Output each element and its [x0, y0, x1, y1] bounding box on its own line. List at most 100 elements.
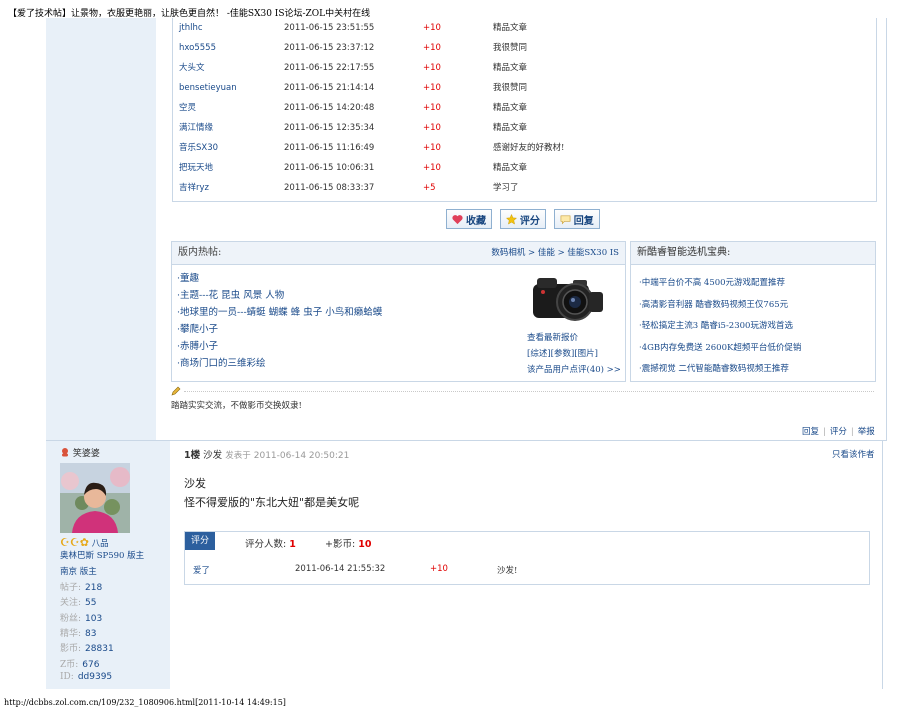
rating-user[interactable]: 大头文: [179, 58, 205, 78]
only-author-link[interactable]: 只看该作者: [832, 448, 875, 460]
divider: [882, 441, 883, 689]
posted-time: 2011-06-14 20:50:21: [253, 451, 350, 461]
score-reason: 沙发!: [497, 566, 518, 576]
camera-link[interactable]: [综述][参数][图片]: [527, 346, 621, 362]
author-name-text: 笑婆婆: [72, 449, 100, 459]
rating-user[interactable]: jthlhc: [179, 18, 203, 38]
stat-label: ID:: [60, 671, 74, 682]
rating-score: +10: [423, 103, 441, 113]
hot-thread-link[interactable]: ·商场门口的三维彩绘: [177, 355, 382, 372]
buying-guide-link[interactable]: ·4GB内存免费送 2600K超频平台低价促销: [639, 341, 801, 353]
reply-link[interactable]: 回复: [802, 427, 819, 437]
rating-user[interactable]: 空灵: [179, 98, 196, 118]
rating-reason: 精品文章: [493, 23, 528, 33]
post-separator: [46, 440, 887, 441]
rank-title[interactable]: 奥林巴斯 SP590 版主: [60, 549, 144, 561]
rating-row: 吉祥ryz 2011-06-15 08:33:37 +5 学习了: [179, 178, 869, 198]
reply-button[interactable]: 回复: [553, 209, 600, 229]
stat-label: 粉丝:: [60, 613, 82, 624]
buying-guide-link[interactable]: ·中端平台价不高 4500元游戏配置推荐: [639, 276, 785, 288]
stat-value[interactable]: dd9395: [78, 672, 112, 682]
report-link[interactable]: 举报: [858, 427, 875, 437]
rate-link[interactable]: 评分: [830, 427, 847, 437]
user-gender-icon: [62, 448, 68, 457]
rating-user[interactable]: 把玩天地: [179, 158, 213, 178]
author-stat: 精华: 83: [60, 626, 97, 639]
separator: |: [823, 427, 826, 437]
stat-label: 精华:: [60, 628, 82, 639]
hot-thread-link[interactable]: ·攀爬小子: [177, 321, 382, 338]
avatar[interactable]: [60, 463, 130, 533]
buying-guide-link[interactable]: ·轻松搞定主流3 酷睿i5-2300玩游戏首选: [639, 319, 793, 331]
signature: 踏踏实实交流，不做影币交换奴隶!: [171, 401, 302, 411]
rating-row: bensetieyuan 2011-06-15 21:14:14 +10 我很赞同: [179, 78, 869, 98]
camera-link[interactable]: 查看最新报价: [527, 330, 621, 346]
author-stat: ID: dd9395: [60, 672, 112, 682]
rank-label: 八品: [91, 539, 109, 549]
rating-time: 2011-06-15 08:33:37: [284, 183, 375, 193]
rating-row: 大头文 2011-06-15 22:17:55 +10 精品文章: [179, 58, 869, 78]
posted-label: 发表于: [225, 451, 251, 461]
rating-score: +10: [423, 83, 441, 93]
stat-value[interactable]: 55: [85, 598, 96, 608]
breadcrumb[interactable]: 数码相机 > 佳能 > 佳能SX30 IS: [491, 242, 619, 264]
buying-guide-link[interactable]: ·高清影音利器 酷睿数码视频王仅765元: [639, 298, 788, 310]
rating-score: +10: [423, 163, 441, 173]
hot-thread-link[interactable]: ·地球里的一员---蜻蜓 蝴蝶 蜂 虫子 小鸟和癞蛤蟆: [177, 304, 382, 321]
hot-thread-link[interactable]: ·童趣: [177, 270, 382, 287]
post-text: 沙发: [184, 477, 206, 490]
score-count-label: 评分人数:: [245, 539, 287, 550]
buying-guide-link[interactable]: ·震撼视觉 二代智能酷睿数码视频王推荐: [639, 362, 789, 374]
post-actions: 回复 | 评分 | 举报: [802, 425, 875, 437]
stat-value[interactable]: 676: [82, 660, 99, 670]
rating-row: jthlhc 2011-06-15 23:51:55 +10 精品文章: [179, 18, 869, 38]
rate-label: 评分: [519, 215, 540, 227]
score-value: +10: [430, 564, 448, 574]
rating-reason: 精品文章: [493, 63, 528, 73]
rate-button[interactable]: 评分: [499, 209, 546, 229]
stat-label: 帖子:: [60, 583, 82, 593]
stat-value[interactable]: 28831: [85, 644, 114, 654]
rating-row: hxo5555 2011-06-15 23:37:12 +10 我很赞同: [179, 38, 869, 58]
pencil-icon: [171, 386, 181, 396]
stat-value[interactable]: 218: [85, 583, 102, 593]
hot-thread-link[interactable]: ·主题---花 昆虫 风景 人物: [177, 287, 382, 304]
rating-user[interactable]: bensetieyuan: [179, 78, 237, 98]
stat-label: 影币:: [60, 644, 82, 655]
rating-time: 2011-06-15 23:51:55: [284, 23, 375, 33]
rating-time: 2011-06-15 23:37:12: [284, 43, 375, 53]
rating-time: 2011-06-15 12:35:34: [284, 123, 375, 133]
left-column: [46, 18, 156, 441]
rating-time: 2011-06-15 11:16:49: [284, 143, 375, 153]
score-user[interactable]: 爱了: [193, 564, 210, 576]
hot-thread-list: ·童趣 ·主题---花 昆虫 风景 人物 ·地球里的一员---蜻蜓 蝴蝶 蜂 虫子 …: [177, 270, 382, 372]
divider: [184, 391, 874, 392]
score-coin-value: 10: [358, 539, 372, 550]
score-coins: +影币: 10: [325, 536, 371, 550]
rating-user[interactable]: 音乐SX30: [179, 138, 218, 158]
rating-user[interactable]: 吉祥ryz: [179, 178, 209, 198]
author-name[interactable]: 笑婆婆: [60, 446, 100, 459]
rating-user[interactable]: 满江情缘: [179, 118, 213, 138]
favorite-button[interactable]: 收藏: [446, 209, 492, 229]
author-stat: 帖子: 218: [60, 580, 102, 593]
rating-time: 2011-06-15 14:20:48: [284, 103, 375, 113]
rating-score: +10: [423, 123, 441, 133]
score-count: 评分人数: 1: [245, 536, 296, 550]
rating-row: 音乐SX30 2011-06-15 11:16:49 +10 感谢好友的好教材!: [179, 138, 869, 158]
rating-reason: 精品文章: [493, 123, 528, 133]
rating-user[interactable]: hxo5555: [179, 38, 216, 58]
hot-threads-title: 版内热帖:: [178, 247, 222, 258]
divider: [886, 18, 887, 441]
hot-thread-link[interactable]: ·赤膊小子: [177, 338, 382, 355]
camera-link[interactable]: 该产品用户点评(40) >>: [527, 362, 621, 378]
favorite-label: 收藏: [466, 215, 486, 227]
rating-time: 2011-06-15 22:17:55: [284, 63, 375, 73]
rating-score: +10: [423, 63, 441, 73]
rating-score: +10: [423, 43, 441, 53]
rating-score: +5: [423, 183, 436, 193]
stat-value[interactable]: 103: [85, 614, 102, 624]
stat-value[interactable]: 83: [85, 629, 96, 639]
rating-score: +10: [423, 23, 441, 33]
camera-product-image[interactable]: [529, 270, 607, 326]
